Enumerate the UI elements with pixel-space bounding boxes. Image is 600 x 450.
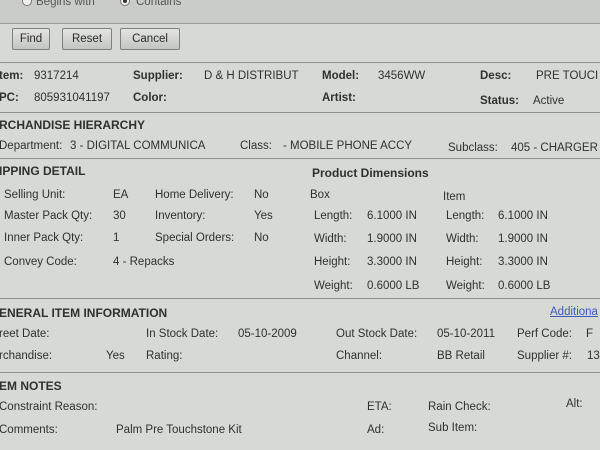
- item-height-value: 3.3000 IN: [498, 256, 548, 268]
- box-width-value: 1.9000 IN: [367, 233, 417, 245]
- additional-link[interactable]: Additiona: [550, 306, 598, 318]
- divider: [0, 298, 600, 299]
- selling-unit-label: Selling Unit:: [4, 189, 66, 201]
- notes-title: EM NOTES: [0, 379, 62, 393]
- master-pack-label: Master Pack Qty:: [4, 210, 93, 222]
- sub-item-label: Sub Item:: [428, 422, 478, 434]
- convey-code-label: Convey Code:: [4, 256, 77, 268]
- supplier-value: D & H DISTRIBUT: [204, 70, 299, 82]
- box-length-label: Length:: [314, 210, 353, 222]
- find-button[interactable]: Find: [12, 28, 50, 50]
- master-pack-value: 30: [113, 210, 126, 222]
- box-length-value: 6.1000 IN: [367, 210, 417, 222]
- box-height-label: Height:: [314, 256, 351, 268]
- selling-unit-value: EA: [113, 189, 129, 201]
- home-delivery-label: Home Delivery:: [155, 189, 234, 201]
- reset-button[interactable]: Reset: [62, 28, 112, 50]
- in-stock-date-value: 05-10-2009: [238, 328, 297, 340]
- subclass-value: 405 - CHARGER: [511, 142, 598, 154]
- desc-label: Desc:: [480, 70, 512, 82]
- status-label: Status:: [480, 95, 519, 107]
- dimensions-title: Product Dimensions: [312, 166, 429, 180]
- rating-label: Rating:: [146, 350, 183, 362]
- channel-value: BB Retail: [437, 350, 485, 362]
- upc-label: PC:: [0, 92, 19, 104]
- out-stock-date-label: Out Stock Date:: [336, 328, 418, 340]
- model-label: Model:: [322, 70, 360, 82]
- class-label: Class:: [240, 140, 272, 152]
- box-weight-label: Weight:: [314, 280, 353, 292]
- perf-code-label: Perf Code:: [517, 328, 572, 340]
- general-title: ENERAL ITEM INFORMATION: [0, 306, 168, 320]
- item-number: 9317214: [34, 70, 79, 82]
- item-weight-value: 0.6000 LB: [498, 280, 551, 292]
- divider: [0, 158, 600, 159]
- supplier-number-label: Supplier #:: [517, 350, 572, 362]
- item-column-header: Item: [443, 191, 466, 203]
- color-label: Color:: [133, 92, 167, 104]
- convey-code-value: 4 - Repacks: [113, 256, 175, 268]
- inventory-value: Yes: [254, 210, 273, 222]
- department-value: 3 - DIGITAL COMMUNICA: [70, 140, 206, 152]
- artist-label: Artist:: [322, 92, 356, 104]
- desc-value: PRE TOUCI: [536, 70, 599, 82]
- inventory-label: Inventory:: [155, 210, 206, 222]
- street-date-label: reet Date:: [0, 328, 50, 340]
- item-height-label: Height:: [446, 256, 483, 268]
- home-delivery-value: No: [254, 189, 269, 201]
- subclass-label: Subclass:: [448, 142, 498, 154]
- rain-check-label: Rain Check:: [428, 401, 491, 413]
- supplier-number-value: 13: [587, 350, 600, 362]
- class-value: - MOBILE PHONE ACCY: [283, 140, 413, 152]
- channel-label: Channel:: [336, 350, 383, 362]
- out-stock-date-value: 05-10-2011: [437, 328, 495, 340]
- alt-label: Alt:: [566, 398, 583, 410]
- item-length-value: 6.1000 IN: [498, 210, 548, 222]
- begins-with-label: Begins with: [36, 0, 95, 8]
- inner-pack-value: 1: [113, 232, 120, 244]
- comments-value: Palm Pre Touchstone Kit: [116, 424, 242, 436]
- inner-pack-label: Inner Pack Qty:: [4, 232, 84, 244]
- eta-label: ETA:: [367, 401, 392, 413]
- shipping-title: IPPING DETAIL: [0, 164, 86, 178]
- in-stock-date-label: In Stock Date:: [146, 328, 219, 340]
- divider: [0, 62, 600, 63]
- department-label: Department:: [0, 140, 63, 152]
- merchandise-value: Yes: [106, 350, 125, 362]
- item-weight-label: Weight:: [446, 280, 485, 292]
- box-height-value: 3.3000 IN: [367, 256, 417, 268]
- divider: [0, 112, 600, 113]
- hierarchy-title: RCHANDISE HIERARCHY: [0, 118, 146, 132]
- model-value: 3456WW: [378, 70, 426, 82]
- box-column-header: Box: [310, 189, 330, 201]
- item-width-label: Width:: [446, 233, 479, 245]
- special-orders-value: No: [254, 232, 269, 244]
- perf-code-value: F: [586, 328, 594, 340]
- special-orders-label: Special Orders:: [155, 232, 235, 244]
- divider: [0, 372, 600, 373]
- cancel-button[interactable]: Cancel: [120, 28, 180, 50]
- comments-label: Comments:: [0, 424, 58, 436]
- constraint-reason-label: Constraint Reason:: [0, 401, 98, 413]
- status-value: Active: [533, 95, 565, 107]
- box-weight-value: 0.6000 LB: [367, 280, 420, 292]
- item-label: tem:: [0, 70, 24, 82]
- ad-label: Ad:: [367, 424, 385, 436]
- supplier-label: Supplier:: [133, 70, 183, 82]
- item-length-label: Length:: [446, 210, 485, 222]
- contains-label: Contains: [136, 0, 182, 8]
- item-width-value: 1.9000 IN: [498, 233, 548, 245]
- upc-value: 805931041197: [34, 92, 110, 104]
- merchandise-label: rchandise:: [0, 350, 53, 362]
- box-width-label: Width:: [314, 233, 347, 245]
